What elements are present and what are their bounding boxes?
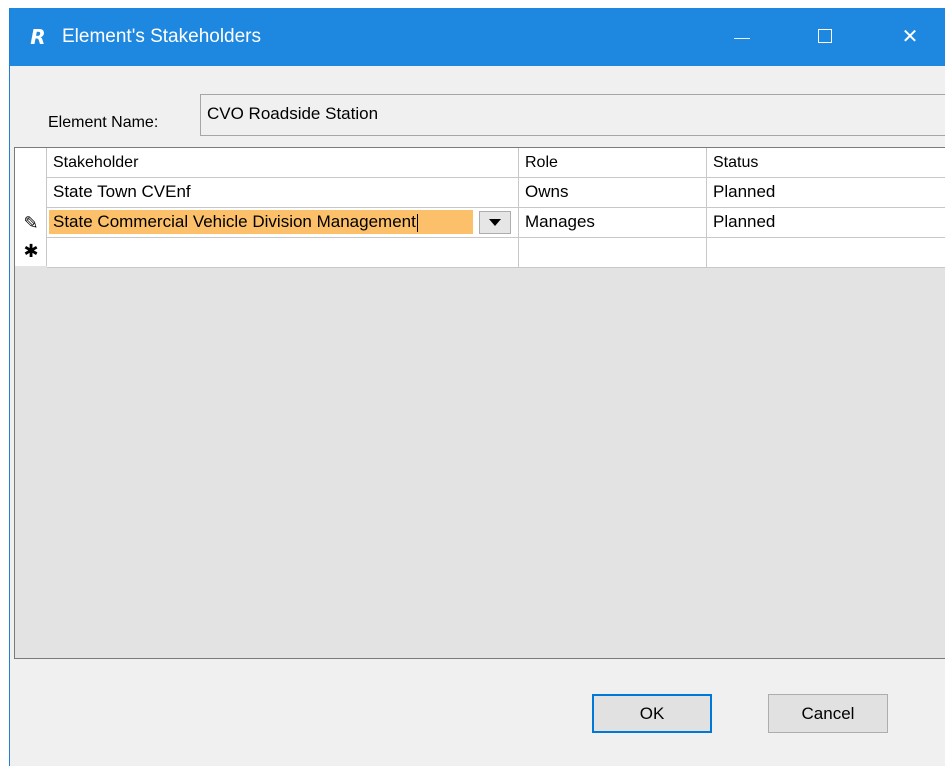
close-button[interactable]: ✕: [880, 8, 940, 66]
role-cell[interactable]: Owns: [519, 178, 707, 208]
stakeholder-dropdown-button[interactable]: [479, 211, 511, 234]
column-header-status[interactable]: Status: [707, 148, 945, 178]
title-bar[interactable]: R Element's Stakeholders ✕: [10, 8, 945, 66]
chevron-down-icon: [489, 219, 501, 226]
new-row-asterisk-icon: ✱: [23, 241, 39, 261]
stakeholders-grid: Stakeholder Role Status State Town CVEnf…: [14, 147, 945, 659]
new-row-stakeholder-cell[interactable]: [47, 238, 519, 268]
element-name-label: Element Name:: [48, 114, 159, 131]
text-caret: [416, 213, 418, 232]
status-cell[interactable]: Planned: [707, 208, 945, 238]
ok-button[interactable]: OK: [592, 694, 712, 733]
new-row-status-cell[interactable]: [707, 238, 945, 268]
element-name-field[interactable]: CVO Roadside Station: [200, 94, 945, 136]
window-title: Element's Stakeholders: [62, 26, 262, 47]
stakeholders-dialog: R Element's Stakeholders ✕ Element Name:…: [9, 8, 945, 766]
maximize-icon: [818, 29, 832, 43]
minimize-button[interactable]: [712, 8, 772, 66]
column-header-role[interactable]: Role: [519, 148, 707, 178]
stakeholder-edit-input[interactable]: State Commercial Vehicle Division Manage…: [49, 210, 473, 234]
column-header-stakeholder[interactable]: Stakeholder: [47, 148, 519, 178]
cancel-button[interactable]: Cancel: [768, 694, 888, 733]
status-cell[interactable]: Planned: [707, 178, 945, 208]
stakeholder-edit-combobox[interactable]: State Commercial Vehicle Division Manage…: [47, 208, 519, 238]
editing-pencil-icon: ✎: [23, 213, 39, 233]
stakeholder-cell[interactable]: State Town CVEnf: [47, 178, 519, 208]
close-icon: ✕: [901, 26, 919, 48]
maximize-button[interactable]: [796, 8, 856, 66]
role-cell[interactable]: Manages: [519, 208, 707, 238]
minimize-icon: [734, 38, 750, 39]
new-row-role-cell[interactable]: [519, 238, 707, 268]
app-logo-icon: R: [30, 25, 46, 49]
